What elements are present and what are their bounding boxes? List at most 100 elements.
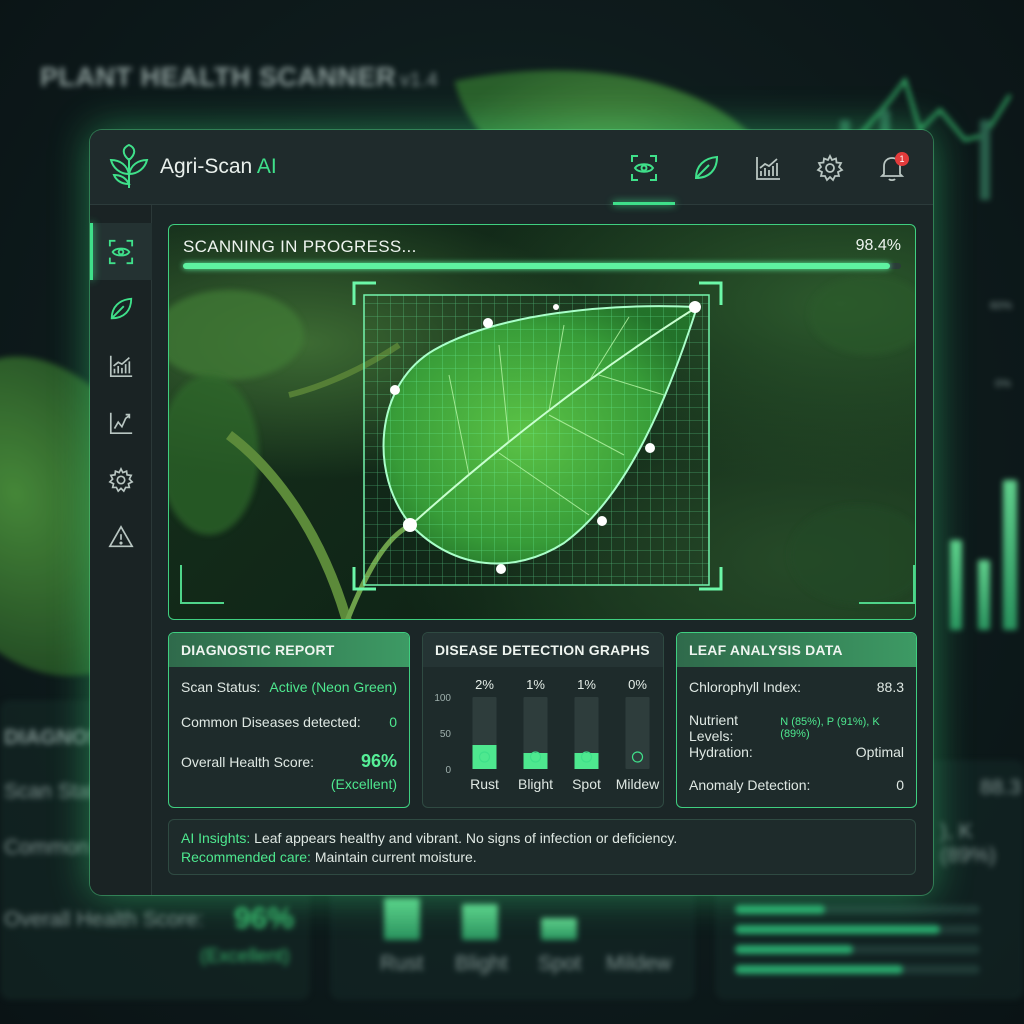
brand-name: Agri-Scan AI <box>160 155 277 179</box>
bar-chart-icon <box>756 156 780 180</box>
anomaly-row: Anomaly Detection: 0 <box>689 777 904 793</box>
hydration-value: Optimal <box>855 744 904 760</box>
health-rating: (Excellent) <box>330 776 397 792</box>
anomaly-label: Anomaly Detection: <box>689 777 811 793</box>
sidebar-item-leaf[interactable] <box>90 280 152 337</box>
category-label: Spot <box>572 776 601 792</box>
bar-rust <box>472 745 497 769</box>
background-label: Common <box>4 836 90 859</box>
leaf-scan-visual <box>169 275 915 619</box>
y-tick-label: 0 <box>445 765 451 776</box>
background-label: Overall Health Score: <box>4 908 204 931</box>
background-version: v1.4 <box>400 70 438 91</box>
background-bar <box>735 905 825 914</box>
recommended-care-line: Recommended care: Maintain current moist… <box>181 848 903 867</box>
chlorophyll-value: 88.3 <box>876 679 904 695</box>
topnav-scan[interactable] <box>613 130 675 205</box>
disease-graph-title: DISEASE DETECTION GRAPHS <box>423 633 663 667</box>
bar-value-label: 0% <box>628 677 647 692</box>
ai-insights-text: Leaf appears healthy and vibrant. No sig… <box>250 830 678 846</box>
background-bar <box>978 560 990 630</box>
eye-scan-icon <box>631 154 657 181</box>
top-bar: Agri-Scan AI 1 <box>90 130 933 205</box>
ai-insights-panel: AI Insights: Leaf appears healthy and vi… <box>168 819 916 875</box>
scan-status-label: Scan Status: <box>181 679 261 695</box>
topnav-leaf[interactable] <box>675 130 737 205</box>
ai-insights-line: AI Insights: Leaf appears healthy and vi… <box>181 829 903 848</box>
sidebar <box>90 205 152 895</box>
sprout-logo-icon <box>109 144 149 188</box>
topnav-settings[interactable] <box>799 130 861 205</box>
background-label: Spot <box>538 952 582 975</box>
bar-spot <box>574 753 599 769</box>
leaf-analysis-title: LEAF ANALYSIS DATA <box>677 633 916 667</box>
hydration-label: Hydration: <box>689 744 753 760</box>
brand[interactable]: Agri-Scan AI <box>108 144 277 190</box>
warning-icon <box>108 524 134 547</box>
diseases-row: Common Diseases detected: 0 <box>181 714 397 730</box>
scan-percent: 98.4% <box>855 237 901 254</box>
app-window: Agri-Scan AI 1 SCANNING IN PROGRESS... 9… <box>90 130 933 895</box>
topnav-notifications[interactable]: 1 <box>861 130 923 205</box>
background-title: PLANT HEALTH SCANNER v1.4 <box>40 62 438 93</box>
diseases-value: 0 <box>389 714 397 730</box>
hydration-row: Hydration: Optimal <box>689 744 904 760</box>
scan-status-row: Scan Status: Active (Neon Green) <box>181 679 397 695</box>
brand-name-prefix: Agri-Scan <box>160 155 257 178</box>
category-label: Rust <box>470 776 499 792</box>
sidebar-item-alerts[interactable] <box>90 508 152 565</box>
leaf-analysis-card: LEAF ANALYSIS DATA Chlorophyll Index: 88… <box>676 632 917 808</box>
top-nav: 1 <box>613 130 923 205</box>
background-bar <box>735 965 903 974</box>
eye-scan-icon <box>108 239 134 264</box>
bar-value-label: 1% <box>577 677 596 692</box>
brand-name-accent: AI <box>256 155 277 178</box>
gear-icon <box>108 466 134 493</box>
bar-value-label: 2% <box>475 677 494 692</box>
background-label: 88.3 <box>980 776 1021 799</box>
sidebar-item-trends[interactable] <box>90 394 152 451</box>
background-label: 60% <box>990 300 1013 312</box>
background-label: Scan Stat <box>4 780 96 803</box>
background-title-text: PLANT HEALTH SCANNER <box>40 62 396 92</box>
bar-track <box>625 697 650 769</box>
category-label: Blight <box>518 776 553 792</box>
background-bar <box>735 925 940 934</box>
background-label: DIAGNOS <box>4 726 103 749</box>
background-bar <box>384 898 420 940</box>
health-score-label: Overall Health Score: <box>181 754 315 770</box>
chlorophyll-row: Chlorophyll Index: 88.3 <box>689 679 904 695</box>
notification-badge: 1 <box>895 152 909 166</box>
leaf-icon <box>694 155 719 179</box>
y-tick-label: 100 <box>434 693 451 704</box>
scan-viewport[interactable]: SCANNING IN PROGRESS... 98.4% <box>168 224 916 620</box>
topnav-analytics[interactable] <box>737 130 799 205</box>
chlorophyll-label: Chlorophyll Index: <box>689 679 802 695</box>
gear-icon <box>816 153 844 182</box>
scan-progress-fill <box>183 263 890 269</box>
bar-chart-icon <box>109 355 133 377</box>
ai-insights-label: AI Insights: <box>181 830 251 846</box>
scan-status-title: SCANNING IN PROGRESS... <box>183 237 417 256</box>
recommended-care-label: Recommended care: <box>181 849 311 865</box>
sidebar-item-analytics[interactable] <box>90 337 152 394</box>
diagnostic-report-title: DIAGNOSTIC REPORT <box>169 633 409 667</box>
nutrient-label: Nutrient Levels: <box>689 712 739 744</box>
background-label: Mildew <box>606 952 672 975</box>
disease-graph-card: DISEASE DETECTION GRAPHS 100 50 0 2% Rust 1% B… <box>422 632 664 808</box>
bar-blight <box>523 753 548 769</box>
y-tick-label: 50 <box>440 729 452 740</box>
background-label: 96% <box>234 902 295 935</box>
recommended-care-text: Maintain current moisture. <box>310 849 477 865</box>
health-score-row: Overall Health Score: 96% <box>181 751 397 772</box>
nutrient-value: N (85%), P (91%), K (89%) <box>780 716 880 740</box>
anomaly-value: 0 <box>896 777 904 793</box>
health-rating-row: (Excellent) <box>181 776 397 792</box>
health-score-value: 96% <box>360 751 397 771</box>
sidebar-item-settings[interactable] <box>90 451 152 508</box>
background-label: Rust <box>380 952 424 975</box>
sidebar-item-scan[interactable] <box>90 223 152 280</box>
trend-chart-icon <box>109 412 133 434</box>
background-label: 0% <box>995 378 1011 390</box>
leaf-icon <box>110 297 133 319</box>
